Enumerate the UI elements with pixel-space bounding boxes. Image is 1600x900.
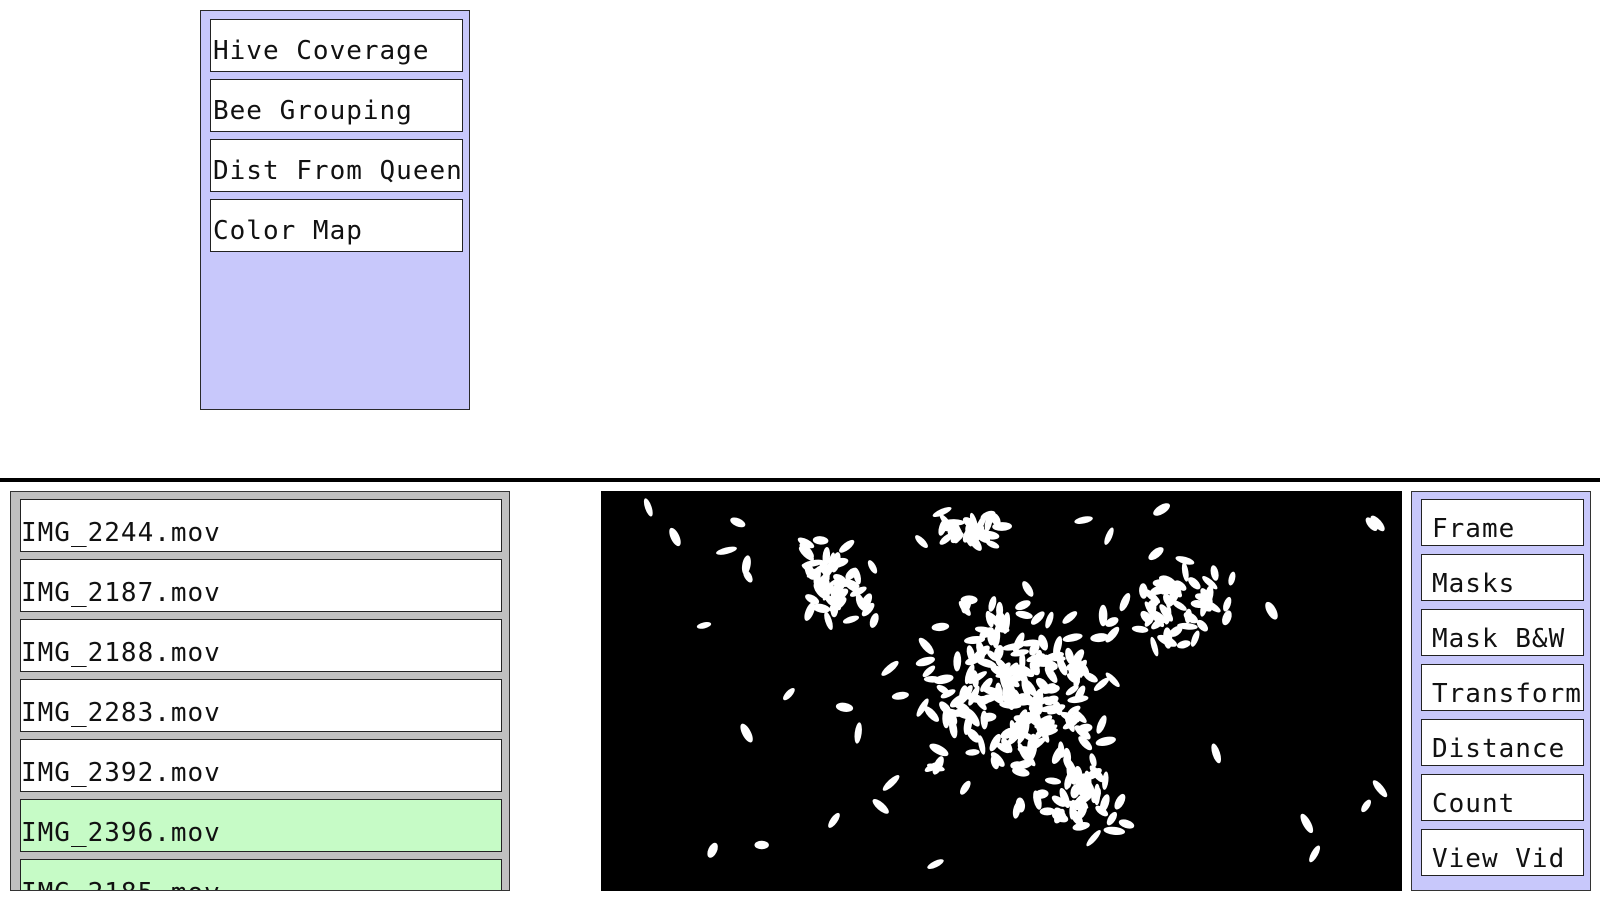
- color-map-label: Color Map: [213, 216, 363, 246]
- mask-bw-label: Mask B&W: [1432, 624, 1566, 654]
- masks-view-button[interactable]: Masks: [1421, 554, 1584, 601]
- view-vid-label: View Vid: [1432, 844, 1566, 874]
- bee-grouping-button[interactable]: Bee Grouping: [210, 79, 463, 132]
- section-divider: [0, 478, 1600, 482]
- file-item-img-2396[interactable]: IMG_2396.mov: [20, 799, 502, 852]
- file-name: IMG_2185.mov: [21, 878, 221, 890]
- view-vid-button[interactable]: View Vid: [1421, 829, 1584, 876]
- bee-blob: [754, 840, 769, 850]
- mask-bw-view-button[interactable]: Mask B&W: [1421, 609, 1584, 656]
- transform-view-button[interactable]: Transform: [1421, 664, 1584, 711]
- frame-label: Frame: [1432, 514, 1516, 544]
- file-name: IMG_2244.mov: [21, 518, 221, 548]
- count-view-button[interactable]: Count: [1421, 774, 1584, 821]
- frame-view-button[interactable]: Frame: [1421, 499, 1584, 546]
- file-name: IMG_2188.mov: [21, 638, 221, 668]
- bee-mask-video-view[interactable]: [601, 491, 1402, 891]
- distance-view-button[interactable]: Distance: [1421, 719, 1584, 766]
- analysis-menu-panel: Hive Coverage Bee Grouping Dist From Que…: [200, 10, 470, 410]
- video-file-list[interactable]: IMG_2244.mov IMG_2187.mov IMG_2188.mov I…: [10, 491, 510, 891]
- transform-label: Transform: [1432, 679, 1582, 709]
- file-item-img-2283[interactable]: IMG_2283.mov: [20, 679, 502, 732]
- file-name: IMG_2187.mov: [21, 578, 221, 608]
- hive-coverage-label: Hive Coverage: [213, 36, 430, 66]
- bee-blob: [996, 601, 1004, 619]
- file-name: IMG_2392.mov: [21, 758, 221, 788]
- bee-blob: [1098, 604, 1108, 627]
- bee-grouping-label: Bee Grouping: [213, 96, 413, 126]
- file-item-img-2392[interactable]: IMG_2392.mov: [20, 739, 502, 792]
- view-mode-panel: Frame Masks Mask B&W Transform Distance …: [1411, 491, 1591, 891]
- file-item-img-2185[interactable]: IMG_2185.mov: [20, 859, 502, 890]
- dist-from-queen-label: Dist From Queen: [213, 156, 463, 186]
- bee-mask-image: [601, 491, 1402, 891]
- dist-from-queen-button[interactable]: Dist From Queen: [210, 139, 463, 192]
- file-item-img-2187[interactable]: IMG_2187.mov: [20, 559, 502, 612]
- hive-coverage-button[interactable]: Hive Coverage: [210, 19, 463, 72]
- file-item-img-2188[interactable]: IMG_2188.mov: [20, 619, 502, 672]
- file-item-img-2244[interactable]: IMG_2244.mov: [20, 499, 502, 552]
- masks-label: Masks: [1432, 569, 1516, 599]
- file-name: IMG_2283.mov: [21, 698, 221, 728]
- color-map-button[interactable]: Color Map: [210, 199, 463, 252]
- file-name: IMG_2396.mov: [21, 818, 221, 848]
- distance-label: Distance: [1432, 734, 1566, 764]
- count-label: Count: [1432, 789, 1516, 819]
